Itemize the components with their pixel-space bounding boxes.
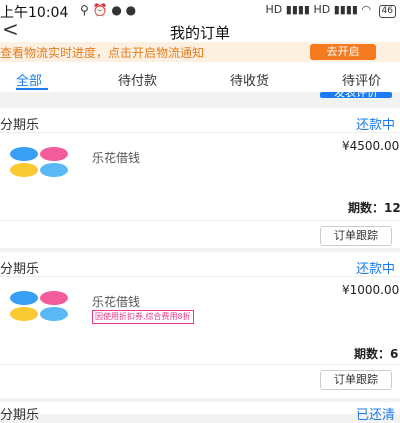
- order-status: 还款中: [356, 118, 396, 133]
- tab-pending-receipt[interactable]: 待收货: [230, 70, 269, 89]
- order-status: 还款中: [356, 262, 396, 277]
- active-tab-indicator: [16, 88, 48, 90]
- tab-all[interactable]: 全部: [16, 70, 42, 89]
- signal-icon: HD ▮▮▮▮ HD ▮▮▮▮: [265, 3, 358, 16]
- write-review-button[interactable]: 发表评价: [320, 92, 392, 98]
- tab-pending-review[interactable]: 待评价: [342, 70, 381, 89]
- product-logo-icon: [10, 291, 68, 321]
- merchant-name: 分期乐: [0, 262, 40, 277]
- order-price: ¥4500.00: [342, 139, 400, 153]
- periods-label: 期数：: [348, 201, 385, 215]
- track-order-button[interactable]: 订单跟踪: [320, 370, 392, 390]
- product-name: 乐花借钱: [92, 151, 141, 165]
- track-order-button[interactable]: 订单跟踪: [320, 226, 392, 246]
- promo-tag: 因使用折扣券,综合费用8折: [92, 310, 194, 324]
- wifi-icon: ◠: [361, 3, 372, 16]
- order-card: [0, 402, 400, 414]
- installment-periods: 期数：6: [354, 345, 398, 362]
- tab-pending-payment[interactable]: 待付款: [118, 70, 157, 89]
- installment-periods: 期数：12: [348, 199, 400, 216]
- battery-icon: 46: [378, 5, 396, 18]
- periods-value: 12: [384, 201, 400, 215]
- product-logo-icon: [10, 147, 68, 177]
- periods-value: 6: [390, 347, 399, 361]
- order-price: ¥1000.00: [342, 283, 400, 297]
- order-tabs: [0, 62, 400, 92]
- product-name: 乐花借钱: [92, 295, 141, 309]
- enable-notification-button[interactable]: 去开启: [310, 44, 376, 60]
- status-right-icons: HD ▮▮▮▮ HD ▮▮▮▮ ◠ 46: [266, 3, 396, 18]
- divider: [0, 132, 400, 133]
- banner-text: 查看物流实时进度，点击开启物流通知: [0, 46, 205, 60]
- divider: [0, 276, 400, 277]
- merchant-name: 分期乐: [0, 118, 40, 133]
- page-title: 我的订单: [169, 24, 230, 42]
- notification-icons: ⚲ ⏰ ● ●: [80, 3, 137, 17]
- periods-label: 期数：: [354, 347, 391, 361]
- divider: [0, 364, 400, 365]
- divider: [0, 220, 400, 221]
